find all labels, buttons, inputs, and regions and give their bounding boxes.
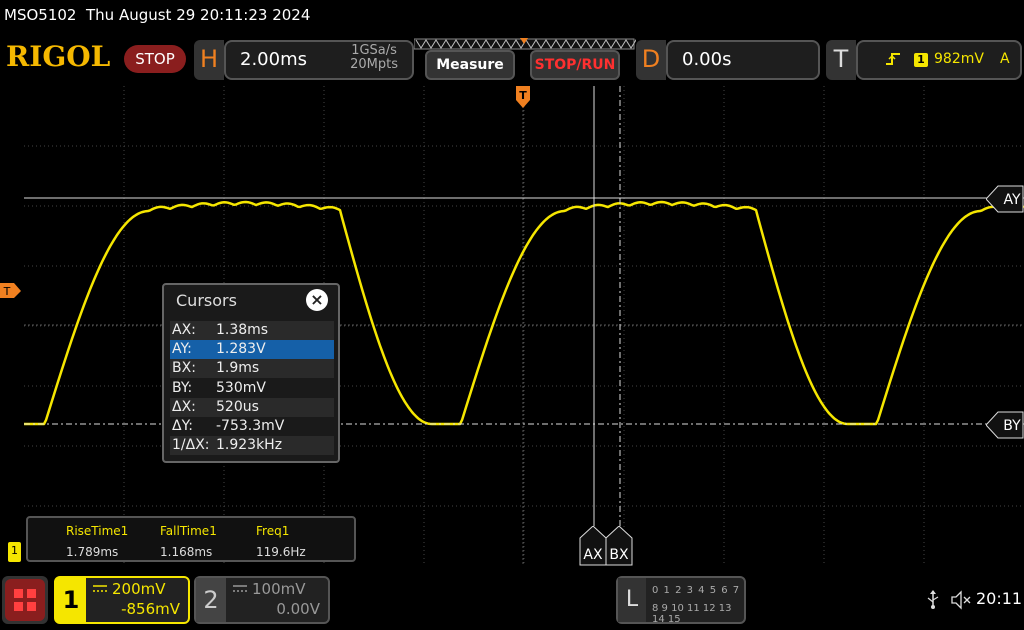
trigger-menu-button[interactable]: T bbox=[826, 40, 856, 80]
cursor-row-value: 1.923kHz bbox=[216, 437, 283, 454]
rising-edge-icon bbox=[886, 53, 900, 65]
sample-rate: 1GSa/s bbox=[351, 43, 397, 58]
measure-button[interactable]: Measure bbox=[425, 50, 515, 80]
measurement-bar[interactable]: RiseTime1 1.789ms FallTime1 1.168ms Freq… bbox=[26, 516, 356, 562]
cursor-row[interactable]: BY: 530mV bbox=[170, 379, 334, 398]
run-state-badge: STOP bbox=[124, 45, 186, 73]
logic-channels-row2: 8 9 10 11 12 13 14 15 bbox=[652, 603, 732, 625]
cursor-row-label: ΔX: bbox=[172, 398, 196, 415]
grid-menu-icon bbox=[5, 579, 45, 621]
cursor-row[interactable]: ΔX: 520us bbox=[170, 397, 334, 417]
delay-menu-button[interactable]: D bbox=[636, 40, 666, 80]
cursor-row[interactable]: BX: 1.9ms bbox=[170, 359, 334, 379]
cursor-row-label: BY: bbox=[172, 379, 193, 396]
meas-label-risetime: RiseTime1 bbox=[66, 524, 129, 538]
cursor-row-label: BX: bbox=[172, 360, 196, 377]
meas-value-freq: 119.6Hz bbox=[256, 545, 306, 559]
logic-letter: L bbox=[618, 578, 646, 622]
close-icon[interactable]: × bbox=[306, 289, 328, 311]
horizontal-menu-button[interactable]: H bbox=[194, 40, 224, 80]
meas-label-falltime: FallTime1 bbox=[160, 524, 217, 538]
channel1-scale: 200mV bbox=[112, 580, 166, 598]
meas-value-risetime: 1.789ms bbox=[66, 545, 119, 559]
meas-value-falltime: 1.168ms bbox=[160, 545, 213, 559]
trigger-level: 982mV bbox=[934, 51, 984, 67]
delay-value: 0.00s bbox=[682, 49, 732, 70]
channel1-number: 1 bbox=[56, 578, 86, 622]
channel2-offset: 0.00V bbox=[276, 600, 320, 618]
logic-analyzer-panel[interactable]: L 0 1 2 3 4 5 6 7 8 9 10 11 12 13 14 15 bbox=[616, 576, 746, 625]
home-button[interactable] bbox=[2, 576, 48, 624]
trigger-source-badge: 1 bbox=[914, 53, 928, 67]
cursor-row-label: AX: bbox=[172, 322, 196, 338]
stop-run-button[interactable]: STOP/RUN bbox=[530, 50, 620, 80]
cursor-row[interactable]: AY: 1.283V bbox=[170, 340, 334, 360]
cursor-ax-tag[interactable]: AX bbox=[579, 526, 607, 566]
cursor-row-value: 530mV bbox=[216, 379, 266, 396]
cursor-row-value: 1.283V bbox=[216, 341, 266, 358]
cursor-row[interactable]: 1/ΔX: 1.923kHz bbox=[170, 436, 334, 456]
speaker-muted-icon[interactable] bbox=[950, 590, 972, 610]
channel1-offset: -856mV bbox=[121, 600, 180, 618]
cursor-row[interactable]: ΔY: -753.3mV bbox=[170, 417, 334, 436]
clock: 20:11 bbox=[976, 589, 1023, 608]
cursor-row-label: ΔY: bbox=[172, 418, 193, 434]
channel2-number: 2 bbox=[196, 578, 226, 622]
cursor-bx-tag-label: BX bbox=[609, 547, 629, 563]
rigol-logo: RIGOL bbox=[6, 40, 111, 73]
timebase-value: 2.00ms bbox=[240, 49, 307, 70]
cursor-row-value: 1.38ms bbox=[216, 322, 269, 338]
trigger-level-marker[interactable]: T bbox=[0, 283, 22, 299]
trigger-mode: A bbox=[1000, 51, 1010, 67]
title-line: MSO5102 Thu August 29 20:11:23 2024 bbox=[4, 6, 310, 24]
horizontal-panel[interactable]: 2.00ms 1GSa/s 20Mpts bbox=[224, 40, 414, 80]
sample-info: 1GSa/s 20Mpts bbox=[350, 44, 398, 72]
dc-coupling-icon bbox=[233, 585, 247, 592]
cursor-row[interactable]: AX: 1.38ms bbox=[170, 321, 334, 340]
cursor-ay-tag[interactable]: AY bbox=[986, 185, 1024, 213]
meas-source-marker: 1 bbox=[8, 542, 21, 562]
dc-coupling-icon bbox=[93, 585, 107, 592]
trigger-position-label: T bbox=[519, 89, 527, 102]
cursor-by-tag[interactable]: BY bbox=[986, 411, 1024, 439]
cursor-row-value: 520us bbox=[216, 398, 259, 415]
channel2-scale: 100mV bbox=[252, 580, 306, 598]
trigger-position-marker[interactable]: T bbox=[515, 86, 531, 110]
trigger-level-label: T bbox=[3, 285, 11, 298]
trigger-panel[interactable]: 1 982mV A bbox=[856, 40, 1022, 80]
cursor-row-label: 1/ΔX: bbox=[172, 437, 210, 454]
channel2-panel[interactable]: 2 100mV 0.00V bbox=[194, 576, 330, 624]
cursors-dialog-title: Cursors bbox=[176, 291, 237, 310]
datetime: Thu August 29 20:11:23 2024 bbox=[86, 6, 311, 24]
cursor-row-value: 1.9ms bbox=[216, 360, 260, 377]
delay-panel[interactable]: 0.00s bbox=[666, 40, 820, 80]
cursor-row-label: AY: bbox=[172, 341, 192, 358]
meas-label-freq: Freq1 bbox=[256, 524, 290, 538]
model-name: MSO5102 bbox=[4, 6, 77, 24]
channel1-panel[interactable]: 1 200mV -856mV bbox=[54, 576, 190, 624]
cursor-ax-tag-label: AX bbox=[583, 547, 603, 563]
cursor-row-value: -753.3mV bbox=[216, 418, 285, 434]
cursors-dialog: Cursors × AX: 1.38ms AY: 1.283V BX: 1.9ms BY: 5… bbox=[162, 283, 340, 463]
cursor-bx-tag[interactable]: BX bbox=[605, 526, 633, 566]
logic-channels-row1: 0 1 2 3 4 5 6 7 bbox=[652, 585, 741, 596]
usb-icon bbox=[927, 590, 939, 609]
cursor-ay-tag-label: AY bbox=[1003, 192, 1020, 208]
cursor-by-tag-label: BY bbox=[1003, 418, 1021, 434]
memory-depth: 20Mpts bbox=[350, 57, 398, 72]
